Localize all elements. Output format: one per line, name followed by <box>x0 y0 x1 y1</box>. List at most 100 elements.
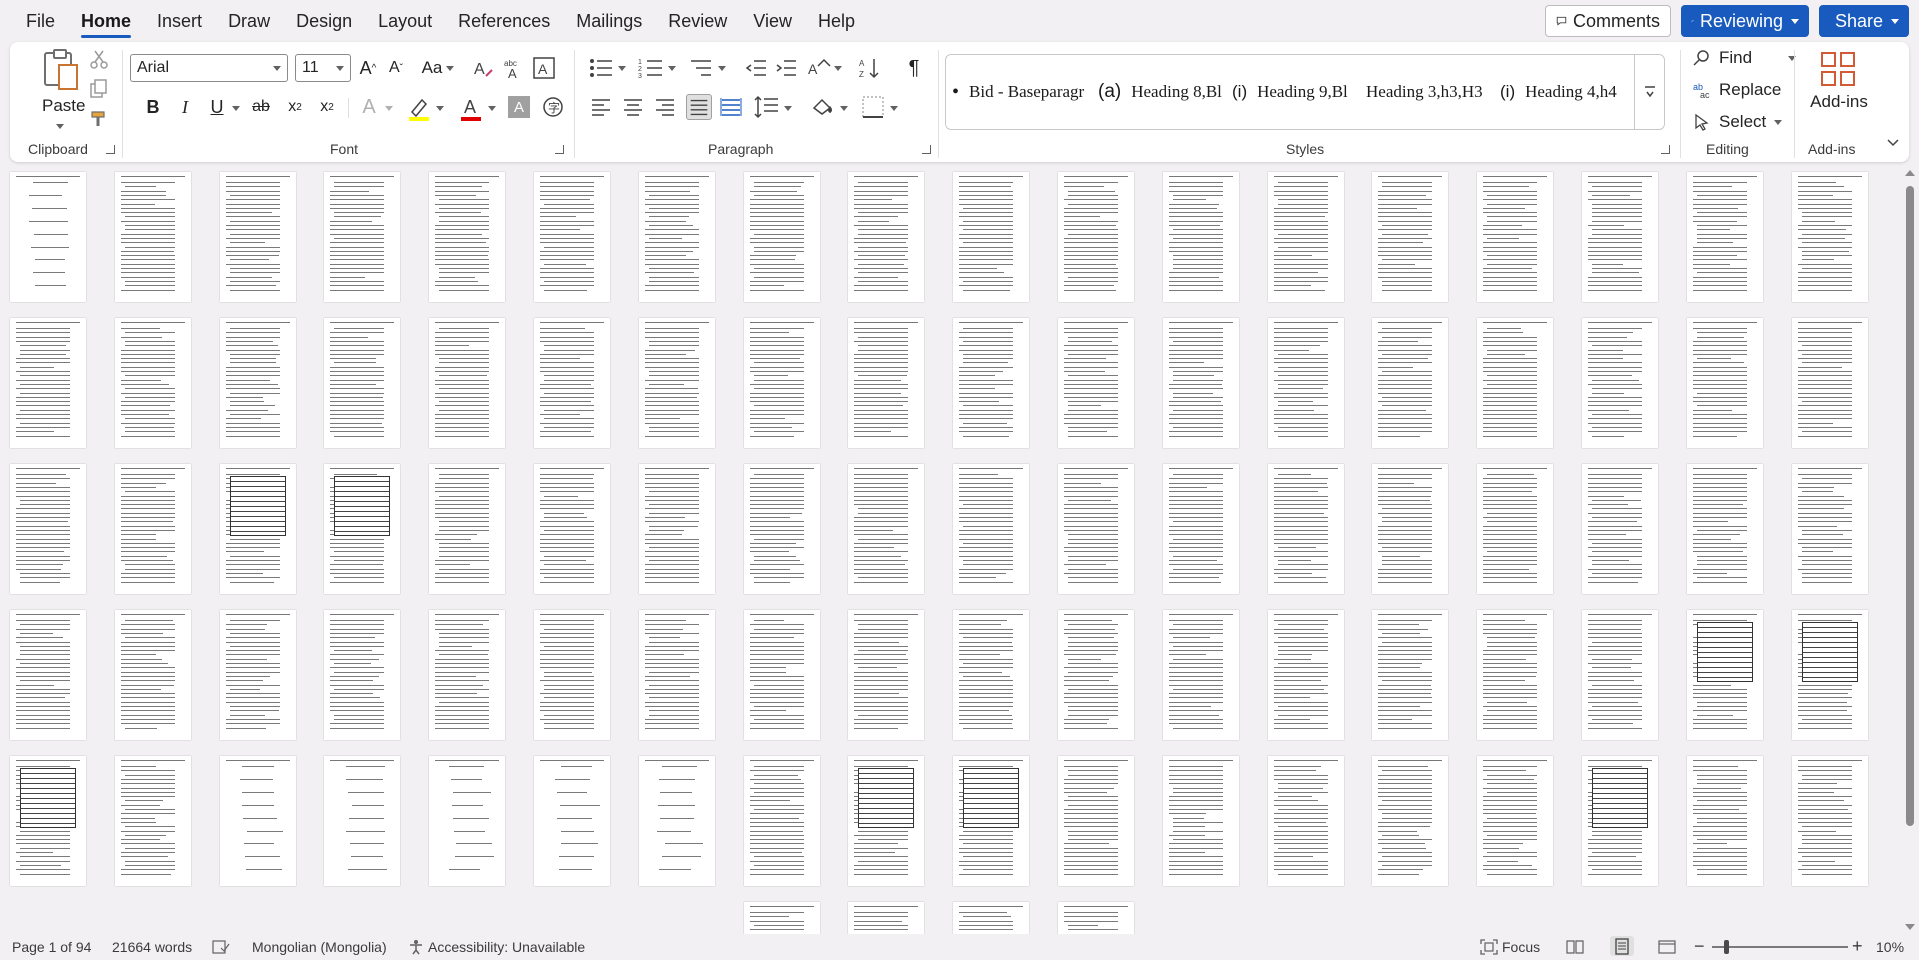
clipboard-launcher-icon[interactable] <box>106 145 115 154</box>
menu-design[interactable]: Design <box>283 0 365 42</box>
page-thumbnail[interactable] <box>10 610 86 740</box>
vertical-scrollbar[interactable] <box>1903 166 1917 934</box>
page-thumbnail[interactable] <box>953 172 1030 302</box>
page-thumbnail[interactable] <box>10 464 86 594</box>
chevron-down-icon[interactable] <box>834 66 842 71</box>
cut-icon[interactable] <box>88 48 110 70</box>
subscript-button[interactable]: x2 <box>282 94 308 120</box>
zoom-in-button[interactable]: + <box>1852 936 1863 957</box>
page-thumbnail[interactable] <box>1162 172 1239 302</box>
shading-icon[interactable] <box>810 94 836 120</box>
chevron-down-icon[interactable] <box>718 66 726 71</box>
page-thumbnail[interactable] <box>1162 610 1239 740</box>
chevron-down-icon[interactable] <box>618 66 626 71</box>
page-thumbnail[interactable] <box>1162 756 1239 886</box>
page-thumbnail[interactable] <box>219 610 296 740</box>
page-thumbnail[interactable] <box>848 902 925 934</box>
page-thumbnail[interactable] <box>534 172 610 302</box>
page-thumbnail[interactable] <box>429 464 506 594</box>
page-thumbnail[interactable] <box>1477 172 1554 302</box>
show-formatting-button[interactable]: ¶ <box>902 54 926 82</box>
page-thumbnail[interactable] <box>1267 756 1344 886</box>
page-thumbnail[interactable] <box>10 756 86 886</box>
borders-icon[interactable] <box>860 94 886 120</box>
page-thumbnail[interactable] <box>219 756 296 886</box>
text-effects-button[interactable]: A <box>356 94 382 120</box>
chevron-down-icon[interactable] <box>385 106 393 111</box>
chevron-down-icon[interactable] <box>436 106 444 111</box>
read-mode-icon[interactable] <box>1566 939 1584 955</box>
page-thumbnail[interactable] <box>1582 172 1658 302</box>
zoom-slider-knob[interactable] <box>1724 940 1729 954</box>
page-thumbnail[interactable] <box>534 756 610 886</box>
chevron-down-icon[interactable] <box>840 106 848 111</box>
chevron-down-icon[interactable] <box>890 106 898 111</box>
page-thumbnail[interactable] <box>114 318 191 448</box>
change-case-button[interactable]: Aa <box>416 54 460 82</box>
page-thumbnail[interactable] <box>1058 610 1134 740</box>
page-thumbnail[interactable] <box>219 318 296 448</box>
web-layout-icon[interactable] <box>1658 939 1676 955</box>
align-left-icon[interactable] <box>590 96 612 118</box>
copy-icon[interactable] <box>88 78 110 100</box>
page-thumbnail[interactable] <box>1582 318 1658 448</box>
page-thumbnail[interactable] <box>953 610 1030 740</box>
menu-home[interactable]: Home <box>68 0 144 42</box>
page-thumbnail[interactable] <box>638 610 715 740</box>
styles-more-button[interactable] <box>1634 55 1664 129</box>
page-thumbnail[interactable] <box>324 172 401 302</box>
asian-layout-icon[interactable]: A <box>806 56 832 80</box>
page-thumbnail[interactable] <box>848 756 925 886</box>
page-thumbnail[interactable] <box>429 756 506 886</box>
page-thumbnail[interactable] <box>1791 172 1868 302</box>
page-thumbnail[interactable] <box>1477 610 1554 740</box>
sort-icon[interactable]: AZ <box>858 56 882 80</box>
character-shading-button[interactable]: A <box>508 96 530 118</box>
clear-formatting-icon[interactable]: A <box>472 56 496 80</box>
menu-draw[interactable]: Draw <box>215 0 283 42</box>
page-thumbnail[interactable] <box>638 172 715 302</box>
underline-button[interactable]: U <box>204 94 230 120</box>
page-thumbnail[interactable] <box>743 464 820 594</box>
page-thumbnail[interactable] <box>1686 318 1763 448</box>
replace-button[interactable]: ab ac Replace <box>1693 80 1781 100</box>
bullets-icon[interactable] <box>588 56 614 80</box>
page-thumbnail[interactable] <box>219 172 296 302</box>
font-color-icon[interactable]: A <box>458 94 484 122</box>
page-thumbnail[interactable] <box>324 318 401 448</box>
highlight-icon[interactable] <box>406 94 432 122</box>
menu-mailings[interactable]: Mailings <box>563 0 655 42</box>
page-thumbnail[interactable] <box>534 464 610 594</box>
page-thumbnail[interactable] <box>10 318 86 448</box>
menu-layout[interactable]: Layout <box>365 0 445 42</box>
chevron-down-icon[interactable] <box>668 66 676 71</box>
page-thumbnail[interactable] <box>743 610 820 740</box>
enclose-characters-icon[interactable]: 字 <box>542 96 564 118</box>
page-thumbnail[interactable] <box>848 464 925 594</box>
italic-button[interactable]: I <box>172 94 198 120</box>
page-thumbnail[interactable] <box>1372 464 1449 594</box>
proofing-icon[interactable] <box>212 940 230 954</box>
page-thumbnail[interactable] <box>1372 756 1449 886</box>
find-button[interactable]: Find <box>1693 48 1797 68</box>
page-thumbnail[interactable] <box>114 172 191 302</box>
page-thumbnail[interactable] <box>1058 464 1134 594</box>
page-thumbnail[interactable] <box>848 172 925 302</box>
page-thumbnail[interactable] <box>1477 318 1554 448</box>
paste-button[interactable]: Paste <box>28 49 92 130</box>
grow-font-button[interactable]: A ^ <box>356 54 380 82</box>
page-thumbnail[interactable] <box>1582 756 1658 886</box>
page-thumbnail[interactable] <box>429 172 506 302</box>
zoom-level[interactable]: 10% <box>1876 939 1904 955</box>
page-thumbnail[interactable] <box>638 756 715 886</box>
chevron-down-icon[interactable] <box>232 106 240 111</box>
font-size-select[interactable]: 11 <box>295 54 351 82</box>
page-thumbnail[interactable] <box>1791 756 1868 886</box>
page-thumbnail[interactable] <box>114 464 191 594</box>
accessibility-status[interactable]: Accessibility: Unavailable <box>428 939 585 955</box>
share-button[interactable]: Share <box>1819 5 1909 37</box>
page-indicator[interactable]: Page 1 of 94 <box>12 939 91 955</box>
scroll-up-icon[interactable] <box>1905 170 1915 176</box>
character-border-icon[interactable]: A <box>532 56 556 80</box>
page-thumbnail[interactable] <box>1267 172 1344 302</box>
